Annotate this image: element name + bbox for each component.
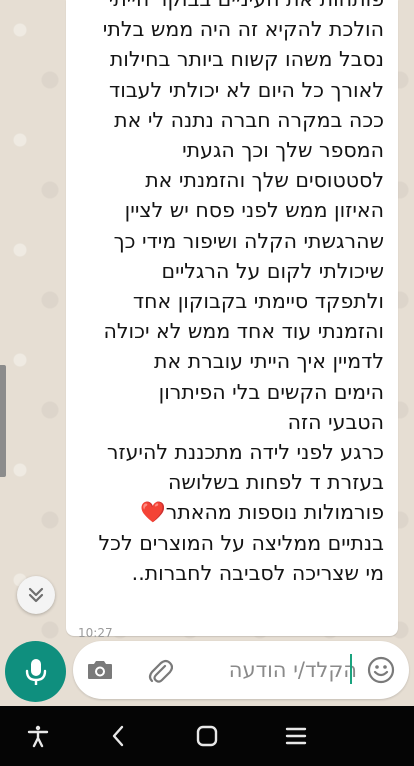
message-line: הימים הקשים בלי הפיתרון (158, 379, 384, 404)
accessibility-icon[interactable] (26, 724, 50, 748)
emoji-icon[interactable] (367, 656, 395, 684)
microphone-icon (25, 658, 46, 685)
message-line: ולתפקד סיימתי בקבוקון אחד (132, 289, 384, 314)
message-line: נסבל משהו קשוח ביותר בחילות (109, 47, 384, 72)
paperclip-icon[interactable] (147, 657, 173, 685)
camera-icon[interactable] (86, 658, 114, 682)
message-line: שהרגשתי הקלה ושיפור מידי כך (113, 228, 384, 253)
message-line: לסטטוסים שלך והזמנתי את (145, 168, 384, 193)
message-line: מי שצריכה לסביבה לחברות.. (131, 560, 384, 585)
chevrons-down-icon (28, 587, 44, 603)
message-text: פותחות את העיניים בבוקר הייתי הולכת להקי… (76, 0, 384, 588)
message-line: ככה במקרה חברה נתנה לי את (114, 107, 384, 132)
scroll-down-button[interactable] (17, 576, 55, 614)
message-line: לאורך כל היום לא יכולתי לעבוד (109, 77, 384, 102)
message-line: כרגע לפני לידה מתכננת להיעזר (106, 440, 384, 465)
message-line: הולכת להקיא זה היה ממש בלתי (102, 17, 384, 42)
message-line: פורמולות נוספות מהאתר❤️ (140, 500, 384, 525)
back-icon[interactable] (110, 724, 126, 748)
home-icon[interactable] (196, 724, 218, 748)
system-navigation-bar (0, 706, 414, 766)
message-line: האיזון ממש לפני פסח יש לציין (124, 198, 384, 223)
message-input[interactable] (187, 654, 357, 686)
message-line: בנתיים ממליצה על המוצרים לכל (98, 530, 384, 555)
message-line: בעזרת ד לפחות בשלושה (167, 470, 384, 495)
scroll-indicator (0, 365, 6, 477)
recents-icon[interactable] (285, 724, 307, 748)
message-time: 10:27 (78, 626, 113, 640)
voice-record-button[interactable] (5, 641, 66, 702)
message-bubble[interactable]: פותחות את העיניים בבוקר הייתי הולכת להקי… (66, 0, 398, 640)
text-caret (350, 654, 352, 684)
message-line: שיכולתי לקום על הרגליים (161, 258, 385, 283)
message-composer (73, 641, 409, 699)
message-line: לדמיין איך הייתי עוברת את (154, 349, 384, 374)
message-line: המספר שלך וכך הגעתי (182, 138, 384, 163)
message-line: הטבעי הזה (287, 409, 384, 434)
message-line: פותחות את העיניים בבוקר הייתי (109, 0, 384, 11)
message-line: והזמנתי עוד אחד ממש לא יכולה (103, 319, 384, 344)
